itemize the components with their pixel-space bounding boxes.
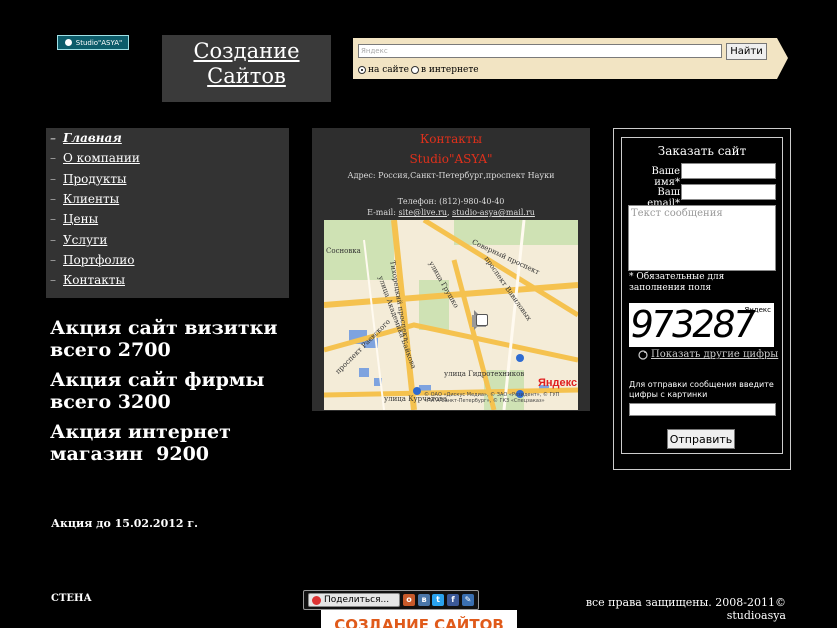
name-label: Ваше имя* bbox=[651, 166, 680, 188]
dash-icon: – bbox=[50, 172, 56, 186]
nav-item-services[interactable]: – Услуги bbox=[50, 233, 107, 247]
email-label: E-mail: bbox=[367, 208, 399, 217]
nav-item-home[interactable]: – Главная bbox=[50, 131, 122, 145]
nav-item-contacts[interactable]: – Контакты bbox=[50, 273, 125, 287]
dash-icon: – bbox=[50, 192, 56, 206]
site-title-line1[interactable]: Создание bbox=[162, 39, 331, 64]
logo[interactable]: Studio"ASYA" bbox=[57, 35, 129, 50]
dash-icon: – bbox=[50, 233, 56, 247]
name-input[interactable] bbox=[681, 163, 776, 179]
radio-icon[interactable] bbox=[411, 66, 419, 74]
radio-selected-icon[interactable] bbox=[358, 66, 366, 74]
nav-item-label: Услуги bbox=[63, 233, 108, 247]
site-title-block[interactable]: Создание Сайтов bbox=[162, 35, 331, 102]
search-panel-arrow bbox=[777, 38, 788, 79]
map-credits: © ОАО «Дискус Медиа», © ЗАО «Резидент», … bbox=[424, 392, 560, 404]
logo-text: Studio"ASYA" bbox=[75, 38, 123, 47]
dash-icon: – bbox=[50, 212, 56, 226]
nav-item-label: Главная bbox=[63, 131, 122, 145]
share-icon bbox=[312, 595, 321, 605]
odnoklassniki-icon[interactable]: о bbox=[403, 594, 415, 606]
nav-item-label: Цены bbox=[63, 212, 99, 226]
bottom-banner[interactable]: СОЗДАНИЕ САЙТОВ bbox=[321, 610, 517, 628]
promo-company-site: Акция сайт фирмы всего 3200 bbox=[50, 369, 264, 413]
required-note: * Обязательные для заполнения поля bbox=[629, 272, 725, 293]
submit-button[interactable]: Отправить bbox=[667, 429, 735, 449]
copyright-line2: studioasya bbox=[726, 609, 786, 622]
contacts-address: Адрес: Россия,Санкт-Петербург,проспект Н… bbox=[347, 171, 555, 180]
dash-icon: – bbox=[50, 273, 56, 287]
captcha-brand: Яндекс bbox=[744, 306, 771, 314]
captcha-digits: 973287 bbox=[627, 303, 757, 346]
promo-online-shop: Акция интернет магазин 9200 bbox=[50, 421, 231, 465]
copyright: все права защищены. 2008-2011© studioasy… bbox=[570, 596, 786, 622]
map-label: Сосновка bbox=[326, 247, 361, 255]
nav-item-products[interactable]: – Продукты bbox=[50, 172, 127, 186]
twitter-icon[interactable]: t bbox=[432, 594, 444, 606]
map-marker-icon[interactable] bbox=[476, 314, 488, 326]
promo-line: всего 3200 bbox=[50, 391, 171, 413]
promo-business-card: Акция сайт визитки всего 2700 bbox=[50, 317, 277, 361]
nav-item-label: Продукты bbox=[63, 172, 127, 186]
search-input[interactable]: Яндекс bbox=[358, 44, 722, 58]
facebook-icon[interactable]: f bbox=[447, 594, 459, 606]
show-other-digits-label: Показать другие цифры bbox=[651, 349, 779, 360]
email-link-2[interactable]: studio-asya@mail.ru bbox=[452, 208, 535, 217]
dash-icon: – bbox=[50, 131, 56, 145]
email-input[interactable] bbox=[681, 184, 776, 200]
logo-mark-icon bbox=[63, 38, 73, 47]
promo-until: Акция до 15.02.2012 г. bbox=[51, 517, 198, 530]
livejournal-icon[interactable]: ✎ bbox=[462, 594, 474, 606]
wall-link[interactable]: СТЕНА bbox=[51, 593, 92, 604]
vkontakte-icon[interactable]: в bbox=[418, 594, 430, 606]
show-other-digits-link[interactable]: Показать другие цифры bbox=[638, 349, 778, 360]
promo-line: Акция сайт визитки bbox=[50, 317, 278, 339]
search-scope-site-label: на сайте bbox=[368, 65, 409, 75]
message-textarea[interactable]: Текст сообщения bbox=[628, 205, 776, 271]
nav-item-about[interactable]: – О компании bbox=[50, 151, 140, 165]
bottom-banner-text: СОЗДАНИЕ САЙТОВ bbox=[334, 616, 504, 628]
location-map[interactable]: Сосновка улица Академика Байкова Северны… bbox=[324, 220, 578, 410]
copyright-line1: все права защищены. 2008-2011© bbox=[585, 596, 786, 609]
map-label: улица Гидротехников bbox=[444, 370, 525, 378]
captcha-input[interactable] bbox=[629, 403, 776, 416]
email-link-1[interactable]: site@live.ru bbox=[398, 208, 447, 217]
dash-icon: – bbox=[50, 253, 56, 267]
promo-line: Акция интернет bbox=[50, 421, 231, 443]
nav-item-portfolio[interactable]: – Портфолио bbox=[50, 253, 134, 267]
main-nav: – Главная – О компании – Продукты – Клиенты … bbox=[46, 128, 289, 298]
contacts-heading: Контакты bbox=[420, 132, 482, 146]
search-scope-internet-label: в интернете bbox=[421, 65, 479, 75]
search-scope-site[interactable]: на сайте bbox=[358, 65, 409, 75]
promo-line: Акция сайт фирмы bbox=[50, 369, 265, 391]
share-button[interactable]: Поделиться... bbox=[308, 593, 400, 607]
nav-item-label: О компании bbox=[63, 151, 140, 165]
nav-item-prices[interactable]: – Цены bbox=[50, 212, 98, 226]
contacts-email-line: E-mail: site@live.ru, studio-asya@mail.r… bbox=[312, 208, 590, 217]
nav-item-clients[interactable]: – Клиенты bbox=[50, 192, 119, 206]
contacts-company: Studio"ASYA" bbox=[409, 152, 493, 166]
promo-line: магазин 9200 bbox=[50, 443, 210, 465]
search-scope-internet[interactable]: в интернете bbox=[411, 65, 479, 75]
nav-item-label: Клиенты bbox=[63, 192, 120, 206]
share-bar: Поделиться... о в t f ✎ bbox=[303, 590, 479, 610]
dash-icon: – bbox=[50, 151, 56, 165]
nav-item-label: Портфолио bbox=[63, 253, 135, 267]
order-form-title: Заказать сайт bbox=[657, 144, 747, 158]
search-button[interactable]: Найти bbox=[726, 43, 767, 60]
promo-line: всего 2700 bbox=[50, 339, 171, 361]
captcha-instruction: Для отправки сообщения введите цифры с к… bbox=[629, 380, 774, 399]
captcha-image: 973287 Яндекс bbox=[627, 303, 774, 347]
map-brand: Яндекс bbox=[538, 377, 578, 389]
share-label: Поделиться... bbox=[324, 595, 390, 605]
refresh-icon bbox=[638, 349, 648, 360]
contacts-phone: Телефон: (812)-980-40-40 bbox=[397, 197, 505, 206]
site-title-line2[interactable]: Сайтов bbox=[162, 64, 331, 89]
nav-item-label: Контакты bbox=[63, 273, 125, 287]
